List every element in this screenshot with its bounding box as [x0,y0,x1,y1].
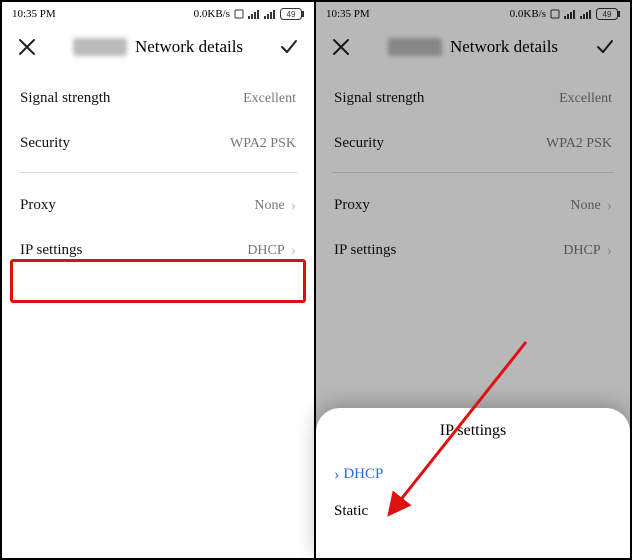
ssid-redacted [73,38,127,56]
value-ip: DHCP › [247,243,296,259]
page-title: Network details [450,37,558,57]
net-rate: 0.0KB/s [510,8,546,20]
close-icon[interactable] [330,36,352,58]
signal-icon [248,9,260,19]
header: Network details [316,26,630,72]
title-wrap: Network details [38,37,278,57]
chevron-right-icon: › [334,467,339,483]
confirm-icon[interactable] [278,36,300,58]
close-icon[interactable] [16,36,38,58]
row-signal-strength: Signal strength Excellent [332,76,614,121]
header: Network details [2,26,314,72]
sim-icon [550,9,560,19]
label-signal: Signal strength [334,90,424,107]
row-ip-settings[interactable]: IP settings DHCP › [332,228,614,273]
label-signal: Signal strength [20,90,110,107]
status-bar: 10:35 PM 0.0KB/s 49 [2,2,314,26]
row-signal-strength: Signal strength Excellent [18,76,298,121]
value-security: WPA2 PSK [230,136,296,152]
divider [18,172,298,173]
signal-icon [564,9,576,19]
value-proxy-text: None [254,198,284,214]
confirm-icon[interactable] [594,36,616,58]
battery-icon: 49 [596,8,620,20]
sheet-title: IP settings [334,422,612,440]
page-title: Network details [135,37,243,57]
row-proxy[interactable]: Proxy None › [18,183,298,228]
label-security: Security [20,135,70,152]
net-rate: 0.0KB/s [194,8,230,20]
divider [332,172,614,173]
value-ip-text: DHCP [247,243,284,259]
signal-icon-2 [264,9,276,19]
sim-icon [234,9,244,19]
label-proxy: Proxy [334,197,370,214]
bottom-sheet-ip-settings: IP settings › DHCP Static [316,408,630,558]
pane-left: 10:35 PM 0.0KB/s 49 [2,2,316,558]
row-ip-settings[interactable]: IP settings DHCP › [18,228,298,273]
value-ip-text: DHCP [563,243,600,259]
chevron-right-icon: › [291,198,296,214]
signal-icon-2 [580,9,592,19]
chevron-right-icon: › [291,243,296,259]
chevron-right-icon: › [607,198,612,214]
status-time: 10:35 PM [12,8,56,20]
pane-right: 10:35 PM 0.0KB/s 49 [316,2,630,558]
row-security: Security WPA2 PSK [18,121,298,166]
sheet-option-dhcp[interactable]: › DHCP [334,456,612,493]
value-proxy-text: None [570,198,600,214]
battery-text: 49 [287,10,296,19]
battery-icon: 49 [280,8,304,20]
label-security: Security [334,135,384,152]
content: Signal strength Excellent Security WPA2 … [316,72,630,273]
value-proxy: None › [570,198,612,214]
sheet-option-static-label: Static [334,503,368,520]
row-proxy[interactable]: Proxy None › [332,183,614,228]
ssid-redacted [388,38,442,56]
sheet-option-static[interactable]: Static [334,493,612,530]
label-ip: IP settings [334,242,396,259]
label-proxy: Proxy [20,197,56,214]
status-bar: 10:35 PM 0.0KB/s 49 [316,2,630,26]
status-right: 0.0KB/s 49 [194,8,304,20]
value-proxy: None › [254,198,296,214]
value-ip: DHCP › [563,243,612,259]
value-signal: Excellent [559,91,612,107]
content: Signal strength Excellent Security WPA2 … [2,72,314,273]
chevron-right-icon: › [607,243,612,259]
svg-text:49: 49 [603,10,612,19]
title-wrap: Network details [352,37,594,57]
status-right: 0.0KB/s 49 [510,8,620,20]
value-signal: Excellent [243,91,296,107]
label-ip: IP settings [20,242,82,259]
status-time: 10:35 PM [326,8,370,20]
tutorial-side-by-side: 10:35 PM 0.0KB/s 49 [0,0,632,560]
sheet-option-dhcp-label: DHCP [343,466,383,483]
row-security: Security WPA2 PSK [332,121,614,166]
value-security: WPA2 PSK [546,136,612,152]
